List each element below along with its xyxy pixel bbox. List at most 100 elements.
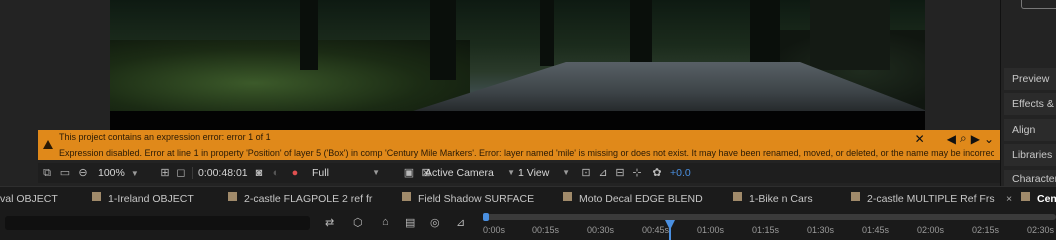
- composition-frame[interactable]: [110, 0, 925, 130]
- chevron-down-icon: ▼: [130, 169, 139, 178]
- view-layout-value: 1 View: [518, 167, 550, 179]
- resolution-dropdown[interactable]: Full ▼: [312, 166, 380, 180]
- panel-align[interactable]: Align: [1004, 119, 1056, 141]
- timeline-panel: ⇄ ⬡ ⌂ ▤ ◎ ⊿ 0:00s 00:15s 00:30s 00:45s 0…: [0, 210, 1056, 240]
- tab-bike-n-cars[interactable]: 1-Bike n Cars: [749, 191, 813, 207]
- forest-foliage-left: [110, 40, 470, 112]
- panel-libraries[interactable]: Libraries: [1004, 144, 1056, 166]
- tab-ireland-object[interactable]: 1-Ireland OBJECT: [108, 191, 194, 207]
- tree-trunk: [540, 0, 554, 66]
- timecode-field[interactable]: 0:00:48:01: [198, 166, 248, 180]
- chevron-down-icon: ▼: [507, 168, 515, 177]
- comp-color-swatch: [1021, 192, 1030, 201]
- comp-color-swatch: [228, 192, 237, 201]
- ruler-label: 02:30s: [1027, 225, 1055, 235]
- tab-label: Moto Decal EDGE BLEND: [579, 193, 703, 205]
- comp-color-swatch: [563, 192, 572, 201]
- tree-trunk: [430, 0, 456, 80]
- panel-effects-presets[interactable]: Effects & Presets: [1004, 93, 1056, 115]
- tab-label: 1-Bike n Cars: [749, 193, 813, 205]
- tab-label: Field Shadow SURFACE: [418, 193, 535, 205]
- tab-castle-flagpole[interactable]: 2-castle FLAGPOLE 2 ref fr: [244, 191, 372, 207]
- viewer-toolbar: ⧉ ▭ ⊖ 100% ▼ ⊞ ◻ 0:00:48:01 ◙ ◐ ● Full ▼ ▣…: [38, 163, 1000, 183]
- expression-error-banner[interactable]: This project contains an expression erro…: [38, 130, 1000, 160]
- tab-label: val OBJECT: [0, 193, 58, 205]
- error-controls: ✕ ◀ ⌕ ▶ ⌄: [915, 131, 994, 146]
- tab-label: 2-castle MULTIPLE Ref Frs: [867, 193, 995, 205]
- error-detail: Expression disabled. Error at line 1 in …: [59, 148, 994, 158]
- panel-character[interactable]: Character: [1004, 170, 1056, 186]
- right-panel: Preview Effects & Presets Align Librarie…: [1000, 0, 1056, 186]
- ruler-label: 01:00s: [697, 225, 725, 235]
- ruler-label: 0:00s: [483, 225, 506, 235]
- vr-goggles-icon[interactable]: ⊖: [76, 166, 90, 180]
- tree-trunk: [630, 0, 652, 70]
- show-snapshot-icon[interactable]: ◐: [269, 166, 283, 180]
- tab-label: 2-castle FLAGPOLE 2 ref fr: [244, 193, 373, 205]
- camera-snapshot-icon[interactable]: ◙: [252, 166, 266, 180]
- close-icon[interactable]: ×: [1006, 191, 1012, 207]
- color-channels-icon[interactable]: ●: [288, 166, 302, 180]
- search-icon[interactable]: ⌕: [960, 131, 967, 146]
- composition-mini-flowchart-icon[interactable]: ⇄: [325, 216, 334, 229]
- panel-frame: [1021, 0, 1056, 9]
- comp-color-swatch: [851, 192, 860, 201]
- view-layout-dropdown[interactable]: 1 View ▼: [518, 166, 570, 180]
- tree-trunk: [750, 0, 780, 68]
- toggle-pixel-aspect-icon[interactable]: ⊡: [579, 166, 593, 180]
- tab-field-shadow[interactable]: Field Shadow SURFACE: [418, 191, 534, 207]
- grid-icon[interactable]: ⊞: [158, 166, 172, 180]
- timeline-tab-bar: val OBJECT 1-Ireland OBJECT 2-castle FLA…: [0, 186, 1056, 211]
- shy-layers-icon[interactable]: ⌂: [382, 216, 389, 228]
- error-summary: This project contains an expression erro…: [59, 132, 271, 142]
- ruler-label: 01:30s: [807, 225, 835, 235]
- graph-editor-icon[interactable]: ⊿: [456, 216, 465, 229]
- warning-icon: [43, 140, 53, 149]
- flowchart-icon[interactable]: ⊹: [630, 166, 644, 180]
- comp-letterbox: [110, 111, 925, 130]
- reset-exposure-icon[interactable]: ✿: [650, 166, 664, 180]
- frame-blending-icon[interactable]: ▤: [405, 216, 415, 229]
- tab-label: 1-Ireland OBJECT: [108, 193, 194, 205]
- tab-moto-decal[interactable]: Moto Decal EDGE BLEND: [579, 191, 703, 207]
- divider: [192, 167, 193, 179]
- playhead-line[interactable]: [669, 222, 671, 240]
- tab-castle-multiple[interactable]: 2-castle MULTIPLE Ref Frs: [867, 191, 995, 207]
- motion-blur-icon[interactable]: ◎: [430, 216, 440, 229]
- tab-century-active[interactable]: Cen: [1037, 191, 1056, 207]
- chevron-down-icon: ▼: [562, 168, 570, 177]
- comp-color-swatch: [733, 192, 742, 201]
- ruler-label: 00:30s: [587, 225, 615, 235]
- ruler-label: 01:15s: [752, 225, 780, 235]
- camera-value: Active Camera: [425, 167, 494, 179]
- region-of-interest-icon[interactable]: ▣: [402, 166, 416, 180]
- tab-label: Cen: [1037, 193, 1056, 205]
- fast-previews-icon[interactable]: ⊿: [596, 166, 610, 180]
- tree-trunk: [300, 0, 318, 70]
- layer-search-input[interactable]: [5, 216, 310, 230]
- chevron-down-icon[interactable]: ⌄: [984, 132, 994, 146]
- comp-color-swatch: [92, 192, 101, 201]
- close-icon[interactable]: ✕: [915, 132, 925, 146]
- tab-val-object[interactable]: val OBJECT: [0, 191, 58, 207]
- ruler-label: 02:00s: [917, 225, 945, 235]
- monitor-icon[interactable]: ▭: [58, 166, 72, 180]
- next-error-icon[interactable]: ▶: [971, 132, 980, 146]
- draft-3d-icon[interactable]: ⬡: [353, 216, 363, 229]
- previous-error-icon[interactable]: ◀: [947, 132, 956, 146]
- timeline-icon[interactable]: ⊟: [613, 166, 627, 180]
- ruler-label: 02:15s: [972, 225, 1000, 235]
- ruler-label: 01:45s: [862, 225, 890, 235]
- ruler-label: 00:15s: [532, 225, 560, 235]
- always-preview-icon[interactable]: ⧉: [40, 166, 54, 180]
- mask-icon[interactable]: ◻: [174, 166, 188, 180]
- comp-color-swatch: [402, 192, 411, 201]
- chevron-down-icon: ▼: [372, 168, 380, 177]
- tree-trunk: [810, 0, 890, 70]
- camera-dropdown[interactable]: Active Camera ▼: [425, 166, 515, 180]
- time-ruler[interactable]: 0:00s 00:15s 00:30s 00:45s 01:00s 01:15s…: [483, 210, 1056, 240]
- exposure-value[interactable]: +0.0: [670, 166, 691, 180]
- panel-preview[interactable]: Preview: [1004, 68, 1056, 90]
- zoom-dropdown[interactable]: 100% ▼: [98, 166, 139, 180]
- zoom-value: 100%: [98, 167, 125, 179]
